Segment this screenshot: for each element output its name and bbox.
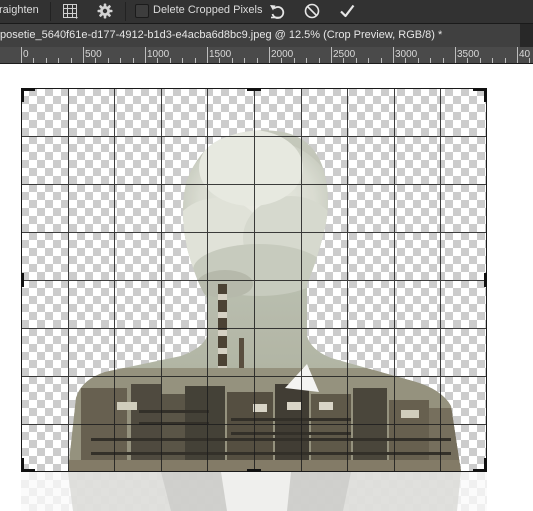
- options-bar: raighten Delete Cropped Pixels: [0, 0, 533, 23]
- reset-icon[interactable]: [268, 2, 286, 20]
- horizontal-ruler[interactable]: 0 500 1000 1500 2000 2500 3000 3500 40: [0, 47, 533, 64]
- separator: [50, 2, 51, 21]
- cancel-icon[interactable]: [303, 2, 321, 20]
- document-tab[interactable]: posetie_5640f61e-d177-4912-b1d3-e4acba6d…: [0, 24, 520, 47]
- faded-pasteboard-strip: [21, 472, 487, 511]
- document-canvas[interactable]: [0, 64, 533, 511]
- ruler-label: 0: [23, 49, 29, 60]
- ruler-label: 40: [519, 49, 531, 60]
- overlay-grid-icon[interactable]: [62, 3, 78, 19]
- ruler-label: 3000: [395, 49, 418, 60]
- settings-gear-icon[interactable]: [96, 2, 114, 20]
- ruler-label: 2000: [271, 49, 294, 60]
- commit-icon[interactable]: [338, 2, 356, 20]
- ruler-label: 1500: [209, 49, 232, 60]
- ruler-label: 2500: [333, 49, 356, 60]
- ruler-ticks: [21, 47, 530, 63]
- crop-grid-overlay[interactable]: [21, 88, 487, 472]
- delete-cropped-pixels-label: Delete Cropped Pixels: [153, 4, 263, 16]
- delete-cropped-pixels-checkbox[interactable]: [135, 4, 149, 18]
- ruler-label: 500: [85, 49, 102, 60]
- ruler-label: 3500: [457, 49, 480, 60]
- straighten-button[interactable]: raighten: [0, 4, 39, 16]
- separator: [125, 2, 126, 21]
- ruler-label: 1000: [147, 49, 170, 60]
- document-tab-strip: posetie_5640f61e-d177-4912-b1d3-e4acba6d…: [0, 23, 533, 47]
- transparent-artboard: [21, 88, 487, 472]
